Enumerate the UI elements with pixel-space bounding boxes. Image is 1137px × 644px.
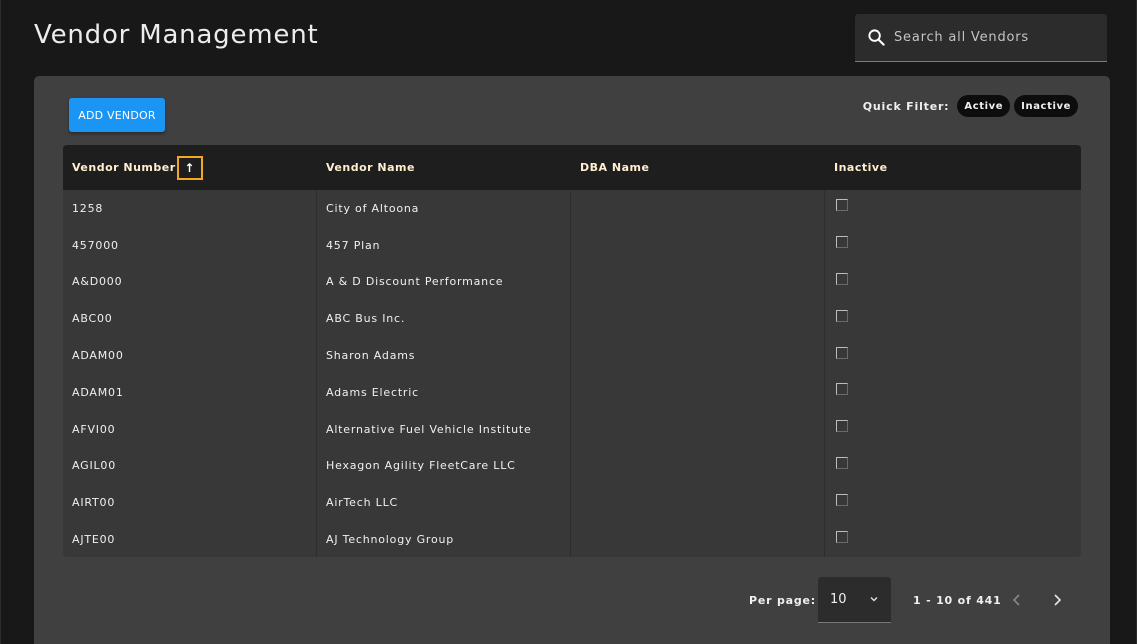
table-row[interactable]: 1258 City of Altoona [63, 190, 1081, 227]
inactive-cell [825, 411, 1081, 448]
vendor-number-cell: AIRT00 [63, 484, 317, 522]
pagination: Per page: 10 1 - 10 of 441 [34, 577, 1110, 625]
table-row[interactable]: ABC00 ABC Bus Inc. [63, 300, 1081, 338]
vendor-name-cell: AJ Technology Group [317, 521, 571, 557]
filter-chip-active[interactable]: Active [957, 95, 1011, 117]
vendor-name-cell: Adams Electric [317, 373, 571, 411]
sort-asc-icon[interactable]: ↑ [176, 155, 203, 180]
inactive-checkbox[interactable] [836, 420, 848, 433]
inactive-checkbox[interactable] [836, 346, 848, 359]
inactive-checkbox[interactable] [836, 383, 848, 396]
dba-name-cell [571, 226, 825, 264]
inactive-checkbox[interactable] [836, 199, 848, 212]
inactive-cell [825, 337, 1081, 374]
table-row[interactable]: AFVI00 Alternative Fuel Vehicle Institute [63, 410, 1081, 448]
inactive-checkbox[interactable] [836, 309, 848, 322]
table-row[interactable]: AGIL00 Hexagon Agility FleetCare LLC [63, 447, 1081, 485]
column-header-vendor-name[interactable]: Vendor Name [317, 145, 571, 190]
vendor-number-cell: A&D000 [63, 263, 317, 301]
vendor-number-cell: 457000 [63, 226, 317, 264]
dba-name-cell [571, 263, 825, 301]
vendor-table: Vendor Number ↑ Vendor Name DBA Name Ina… [63, 145, 1081, 557]
inactive-checkbox[interactable] [836, 272, 848, 285]
search-icon [868, 29, 885, 46]
search-input[interactable] [894, 30, 1094, 45]
per-page-label: Per page: [749, 594, 817, 607]
prev-page-button[interactable] [1007, 590, 1027, 610]
table-row[interactable]: 457000 457 Plan [63, 226, 1081, 264]
column-header-label: DBA Name [580, 161, 650, 174]
vendor-number-cell: ADAM00 [63, 337, 317, 374]
column-header-label: Vendor Name [326, 161, 415, 174]
dba-name-cell [571, 521, 825, 557]
vendor-number-cell: AJTE00 [63, 521, 317, 557]
vendor-name-cell: City of Altoona [317, 190, 571, 227]
inactive-checkbox[interactable] [836, 236, 848, 249]
vendor-name-cell: ABC Bus Inc. [317, 300, 571, 338]
inactive-cell [825, 190, 1081, 227]
dba-name-cell [571, 373, 825, 411]
vendor-number-cell: AGIL00 [63, 447, 317, 485]
inactive-cell [825, 374, 1081, 411]
table-row[interactable]: AIRT00 AirTech LLC [63, 484, 1081, 522]
table-row[interactable]: AJTE00 AJ Technology Group [63, 521, 1081, 557]
vendor-name-cell: AirTech LLC [317, 484, 571, 522]
search-box[interactable] [855, 14, 1107, 62]
chevron-right-icon [1054, 594, 1062, 606]
table-body: 1258 City of Altoona 457000 457 Plan A&D000 A… [63, 190, 1081, 557]
inactive-cell [825, 264, 1081, 301]
table-row[interactable]: ADAM01 Adams Electric [63, 373, 1081, 411]
column-header-vendor-number[interactable]: Vendor Number ↑ [63, 145, 317, 190]
inactive-checkbox[interactable] [836, 456, 848, 469]
inactive-checkbox[interactable] [836, 530, 848, 543]
table-row[interactable]: ADAM00 Sharon Adams [63, 337, 1081, 374]
filter-chip-inactive[interactable]: Inactive [1014, 95, 1078, 117]
dba-name-cell [571, 447, 825, 485]
next-page-button[interactable] [1047, 590, 1067, 610]
column-header-dba-name[interactable]: DBA Name [571, 145, 825, 190]
vendor-name-cell: Alternative Fuel Vehicle Institute [317, 410, 571, 448]
inactive-cell [825, 300, 1081, 337]
dba-name-cell [571, 337, 825, 374]
table-row[interactable]: A&D000 A & D Discount Performance [63, 263, 1081, 301]
vendor-name-cell: 457 Plan [317, 226, 571, 264]
vendor-name-cell: Sharon Adams [317, 337, 571, 374]
quick-filter-label: Quick Filter: [862, 99, 950, 113]
page-title: Vendor Management [34, 20, 319, 50]
dba-name-cell [571, 300, 825, 338]
vendor-number-cell: ADAM01 [63, 373, 317, 411]
table-header: Vendor Number ↑ Vendor Name DBA Name Ina… [63, 145, 1081, 190]
inactive-cell [825, 484, 1081, 521]
vendor-name-cell: A & D Discount Performance [317, 263, 571, 301]
vendor-panel: ADD VENDOR Quick Filter: Active Inactive… [34, 76, 1110, 644]
vendor-number-cell: 1258 [63, 190, 317, 227]
per-page-select[interactable]: 10 [818, 577, 891, 623]
inactive-cell [825, 448, 1081, 485]
vendor-number-cell: AFVI00 [63, 410, 317, 448]
dba-name-cell [571, 410, 825, 448]
per-page-value: 10 [830, 592, 847, 607]
dba-name-cell [571, 190, 825, 227]
column-header-label: Vendor Number [72, 161, 176, 174]
dba-name-cell [571, 484, 825, 522]
inactive-cell [825, 521, 1081, 557]
chevron-left-icon [1012, 594, 1020, 606]
column-header-label: Inactive [834, 161, 888, 174]
inactive-checkbox[interactable] [836, 493, 848, 506]
vendor-name-cell: Hexagon Agility FleetCare LLC [317, 447, 571, 485]
add-vendor-button[interactable]: ADD VENDOR [69, 98, 165, 132]
page-range: 1 - 10 of 441 [913, 594, 1002, 607]
quick-filter: Quick Filter: Active Inactive [863, 95, 1078, 117]
inactive-cell [825, 227, 1081, 264]
column-header-inactive[interactable]: Inactive [825, 145, 1081, 190]
chevron-down-icon [870, 597, 878, 602]
vendor-number-cell: ABC00 [63, 300, 317, 338]
